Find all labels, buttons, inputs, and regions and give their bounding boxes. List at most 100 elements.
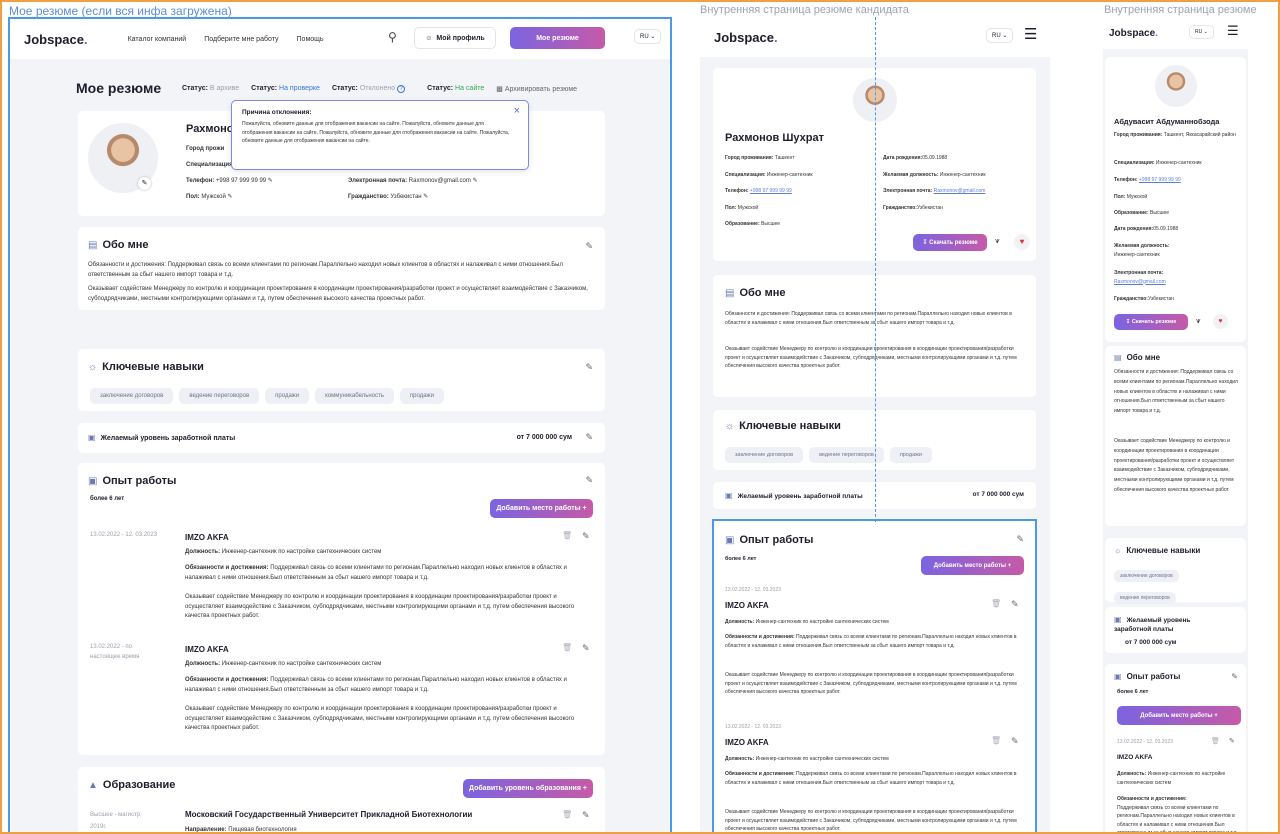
trash-icon[interactable]: 🗑 xyxy=(991,736,1001,745)
edu-degree: Высшее - магистр xyxy=(90,812,141,818)
citizen-row: Гражданство: Узбекистан ✎ xyxy=(348,194,429,200)
pencil-icon[interactable]: ✎ xyxy=(473,178,478,184)
money-icon: ▣ xyxy=(725,491,733,500)
heart-icon[interactable]: ♥ xyxy=(1213,314,1228,329)
skill-tag: заключение договоров xyxy=(1114,570,1179,582)
share-icon[interactable]: ⩛ xyxy=(995,236,1000,246)
briefcase-icon: ▣ xyxy=(1114,672,1122,681)
add-work-button[interactable]: Добавить место работы + xyxy=(1117,706,1241,725)
edit-salary-icon[interactable]: ✎ xyxy=(585,432,593,443)
city-row: Город проживания: Ташкент xyxy=(725,155,795,161)
about-text-1: Обязанности и достижения: Поддерживал св… xyxy=(1114,369,1238,415)
archive-icon: ▩ xyxy=(496,86,503,93)
search-icon[interactable]: ⚲ xyxy=(388,30,397,44)
about-text-2: Оказывает содействие Менеджеру по контро… xyxy=(1114,438,1235,493)
language-select[interactable]: RU ⌄ xyxy=(634,29,662,44)
language-select[interactable]: RU ⌄ xyxy=(1189,25,1214,39)
work-card: ▣ Опыт работы ✎ более 6 лет Добавить мест… xyxy=(1105,664,1246,834)
birthdate-row: Дата рождения:05.09.1988 xyxy=(883,155,948,161)
status-review[interactable]: Статус: На проверке xyxy=(251,85,320,93)
info-icon[interactable]: ? xyxy=(397,85,406,93)
logo[interactable]: Jobspace. xyxy=(1109,28,1158,39)
spec-row: Специализация: Инженер-сантехник xyxy=(725,172,813,178)
pencil-icon[interactable]: ✎ xyxy=(1011,599,1019,610)
job-company: IMZO AKFA xyxy=(185,533,229,542)
archive-resume-button[interactable]: ▩ Архивировать резюме xyxy=(496,85,577,93)
edit-work-icon[interactable]: ✎ xyxy=(1016,534,1024,545)
main-nav: Каталог компаний Подберите мне работу По… xyxy=(128,36,342,43)
logo[interactable]: Jobspace. xyxy=(714,30,778,45)
job-dates: 13.02.2022 - 12. 03.2023 xyxy=(90,532,158,538)
trash-icon[interactable]: 🗑 xyxy=(562,810,572,819)
edit-skills-icon[interactable]: ✎ xyxy=(585,362,593,373)
skill-tag: продажи xyxy=(889,447,932,463)
nav-find-job[interactable]: Подберите мне работу xyxy=(204,36,278,43)
about-title: ▤ Обо мне xyxy=(1114,353,1161,362)
menu-icon[interactable]: ☰ xyxy=(1227,23,1239,39)
share-icon[interactable]: ⩛ xyxy=(1196,316,1201,326)
close-icon[interactable]: × xyxy=(514,105,520,117)
about-text-2: Оказывает содействие Менеджеру по контро… xyxy=(88,286,588,302)
citizen-row: Гражданство:Узбекистан xyxy=(883,205,943,211)
skills-tags: заключение договоров ведение переговоров xyxy=(1114,564,1244,604)
salary-title: ▣ Желаемый уровень заработной платы xyxy=(1114,615,1191,633)
job-company: IMZO AKFA xyxy=(1117,754,1153,761)
job-company: IMZO AKFA xyxy=(725,738,769,747)
popup-title: Причина отклонения: xyxy=(242,109,312,116)
heart-icon[interactable]: ♥ xyxy=(1014,234,1030,250)
salary-value: от 7 000 000 сум xyxy=(972,491,1024,498)
phone-row: Телефон: +998 97 999 99 99 ✎ xyxy=(186,178,273,184)
trash-icon[interactable]: 🗑 xyxy=(1211,737,1220,745)
download-resume-button[interactable]: ↧ Скачать резюме xyxy=(1114,314,1188,330)
edu-year: 2019г. xyxy=(90,824,107,830)
status-archive[interactable]: Статус: В архиве xyxy=(182,85,239,93)
trash-icon[interactable]: 🗑 xyxy=(991,599,1001,608)
pencil-icon[interactable]: ✎ xyxy=(268,178,273,184)
job-position: Должность: Инженер-сантехник по настройк… xyxy=(1117,771,1226,786)
pencil-icon[interactable]: ✎ xyxy=(582,531,590,542)
email-row: Электронная почта: Raxmonov@gmail.com ✎ xyxy=(348,178,478,184)
status-rejected[interactable]: Статус: Отклонено ? xyxy=(332,85,406,93)
download-resume-button[interactable]: ↧ Скачать резюме xyxy=(913,234,987,251)
edit-work-icon[interactable]: ✎ xyxy=(585,475,593,486)
email-row: Электронная почта: Raxmonov@gmail.com xyxy=(1114,270,1166,285)
pencil-icon[interactable]: ✎ xyxy=(1011,736,1019,747)
status-onsite[interactable]: Статус: На сайте xyxy=(427,85,484,93)
job-position: Должность: Инженер-сантехник по настройк… xyxy=(725,756,889,762)
artboard-label-my-resume: Мое резюме (если вся инфа загружена) xyxy=(9,4,232,18)
avatar-edit-icon[interactable]: ✎ xyxy=(138,177,151,190)
job-duties: Обязанности и достижения: Поддерживал св… xyxy=(725,634,1017,649)
pencil-icon[interactable]: ✎ xyxy=(423,194,428,200)
site-header: Jobspace. Каталог компаний Подберите мне… xyxy=(10,19,670,59)
edit-about-icon[interactable]: ✎ xyxy=(585,241,593,252)
skill-tag: ведение переговоров xyxy=(179,388,260,404)
add-work-button[interactable]: Добавить место работы + xyxy=(490,499,593,518)
artboard-mobile: Jobspace. RU ⌄ ☰ Абдувасит Абдуманнобзод… xyxy=(1103,17,1248,834)
pencil-icon[interactable]: ✎ xyxy=(582,810,590,821)
money-icon: ▣ xyxy=(1114,615,1122,624)
pencil-icon[interactable]: ✎ xyxy=(228,194,233,200)
artboard-label-mobile: Внутренняя страница резюме xyxy=(1104,4,1257,16)
add-work-button[interactable]: Добавить место работы + xyxy=(921,556,1024,575)
about-title: ▤ Обо мне xyxy=(88,239,149,251)
pencil-icon[interactable]: ✎ xyxy=(1229,737,1235,745)
pencil-icon[interactable]: ✎ xyxy=(582,643,590,654)
job-duties: Обязанности и достижения: Поддерживал свя… xyxy=(1117,796,1238,834)
skill-tag: ведение переговоров xyxy=(809,447,884,463)
skill-tag: заключение договоров xyxy=(725,447,804,463)
trash-icon[interactable]: 🗑 xyxy=(562,531,572,540)
skill-tag: коммуникабельность xyxy=(315,388,394,404)
my-resume-button[interactable]: Мое резюме xyxy=(510,27,605,49)
my-profile-button[interactable]: ☺ Мой профиль xyxy=(414,27,496,49)
menu-icon[interactable]: ☰ xyxy=(1024,25,1037,43)
job-extra: Оказывает содействие Менеджеру по контро… xyxy=(185,706,575,731)
nav-catalog[interactable]: Каталог компаний xyxy=(128,36,187,43)
salary-title: ▣ Желаемый уровень заработной платы xyxy=(725,491,863,500)
language-select[interactable]: RU ⌄ xyxy=(986,28,1014,43)
add-education-button[interactable]: Добавить уровень образования + xyxy=(463,779,593,798)
logo[interactable]: Jobspace. xyxy=(24,32,88,47)
edit-work-icon[interactable]: ✎ xyxy=(1231,672,1238,681)
trash-icon[interactable]: 🗑 xyxy=(562,643,572,652)
job-dates: 13.02.2022 - по настоящее время xyxy=(90,644,140,660)
nav-help[interactable]: Помощь xyxy=(297,36,324,43)
